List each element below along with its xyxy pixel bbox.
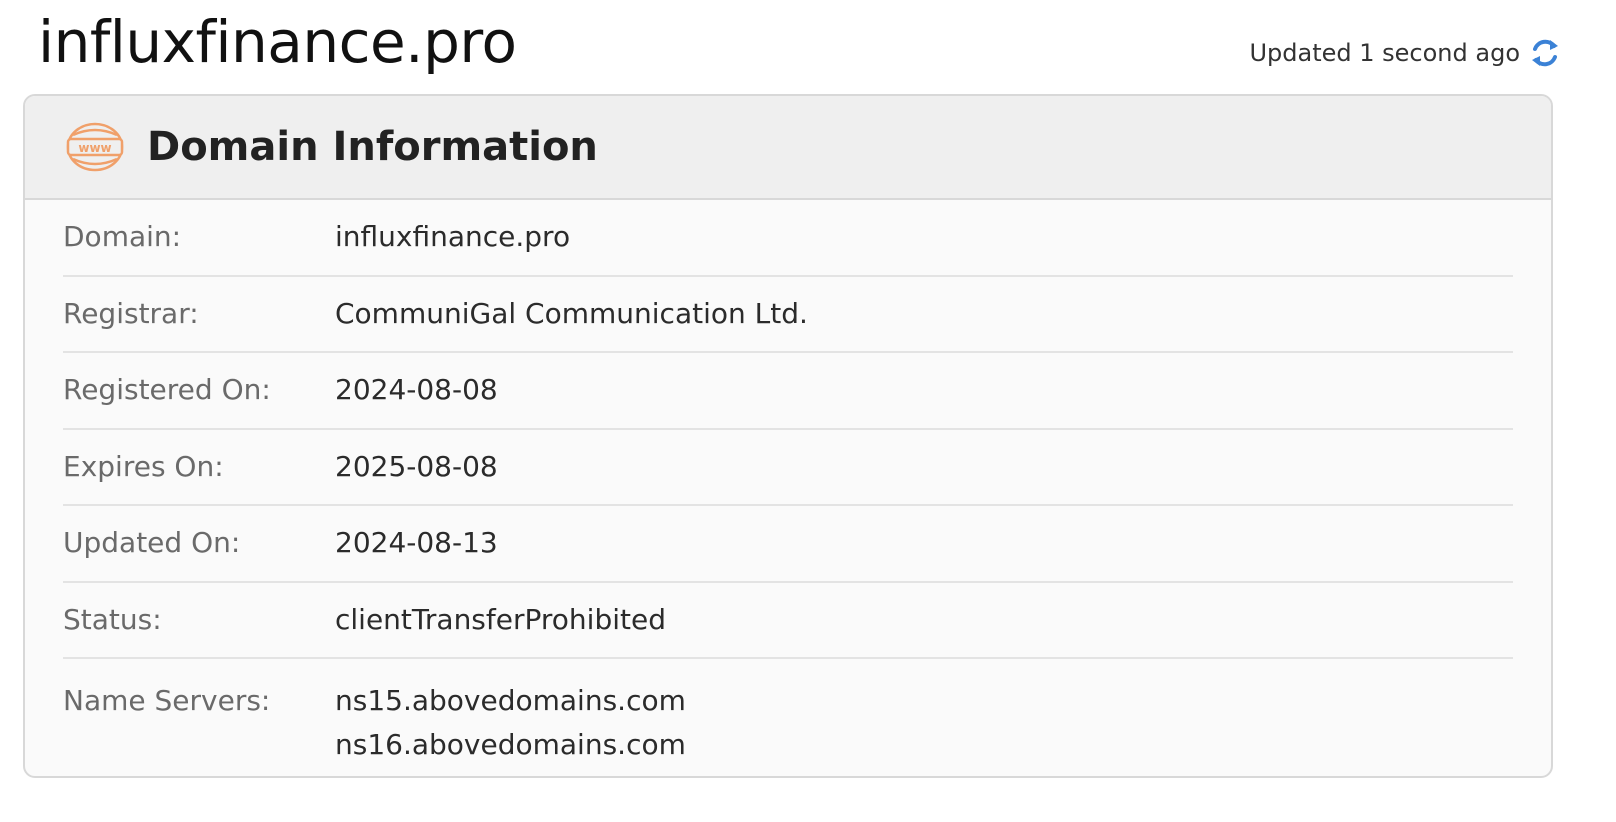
domain-information-card: www Domain Information Domain: influxfin… (23, 94, 1553, 778)
row-value: 2024-08-08 (335, 373, 498, 407)
row-value: 2025-08-08 (335, 449, 498, 483)
row-value: CommuniGal Communication Ltd. (335, 296, 808, 330)
row-name-servers: Name Servers: ns15.abovedomains.com ns16… (63, 659, 1513, 767)
row-status: Status: clientTransferProhibited (63, 583, 1513, 659)
card-title: Domain Information (147, 124, 598, 170)
card-header: www Domain Information (25, 96, 1551, 200)
row-registrar: Registrar: CommuniGal Communication Ltd. (63, 277, 1513, 353)
row-label: Registrar: (63, 296, 199, 330)
row-label: Expires On: (63, 449, 224, 483)
domain-info-rows: Domain: influxfinance.pro Registrar: Com… (25, 200, 1551, 767)
row-value: 2024-08-13 (335, 526, 498, 560)
row-label: Registered On: (63, 373, 271, 407)
row-label: Domain: (63, 220, 182, 254)
name-server-list: ns15.abovedomains.com ns16.abovedomains.… (335, 679, 686, 767)
row-value: clientTransferProhibited (335, 602, 666, 636)
name-server: ns15.abovedomains.com (335, 684, 686, 717)
updated-text: Updated 1 second ago (1249, 39, 1520, 67)
page: influxfinance.pro Updated 1 second ago w… (0, 0, 1616, 822)
www-icon: www (65, 121, 125, 173)
row-value: influxfinance.pro (335, 220, 571, 254)
page-title: influxfinance.pro (38, 8, 517, 76)
updated-status: Updated 1 second ago (1249, 36, 1562, 70)
row-label: Name Servers: (63, 684, 271, 717)
www-icon-text: www (78, 141, 111, 155)
row-label: Status: (63, 602, 162, 636)
row-label: Updated On: (63, 526, 241, 560)
refresh-icon[interactable] (1528, 36, 1562, 70)
row-updated-on: Updated On: 2024-08-13 (63, 506, 1513, 583)
row-expires-on: Expires On: 2025-08-08 (63, 430, 1513, 506)
row-registered-on: Registered On: 2024-08-08 (63, 353, 1513, 430)
row-domain: Domain: influxfinance.pro (63, 200, 1513, 277)
name-server: ns16.abovedomains.com (335, 728, 686, 761)
